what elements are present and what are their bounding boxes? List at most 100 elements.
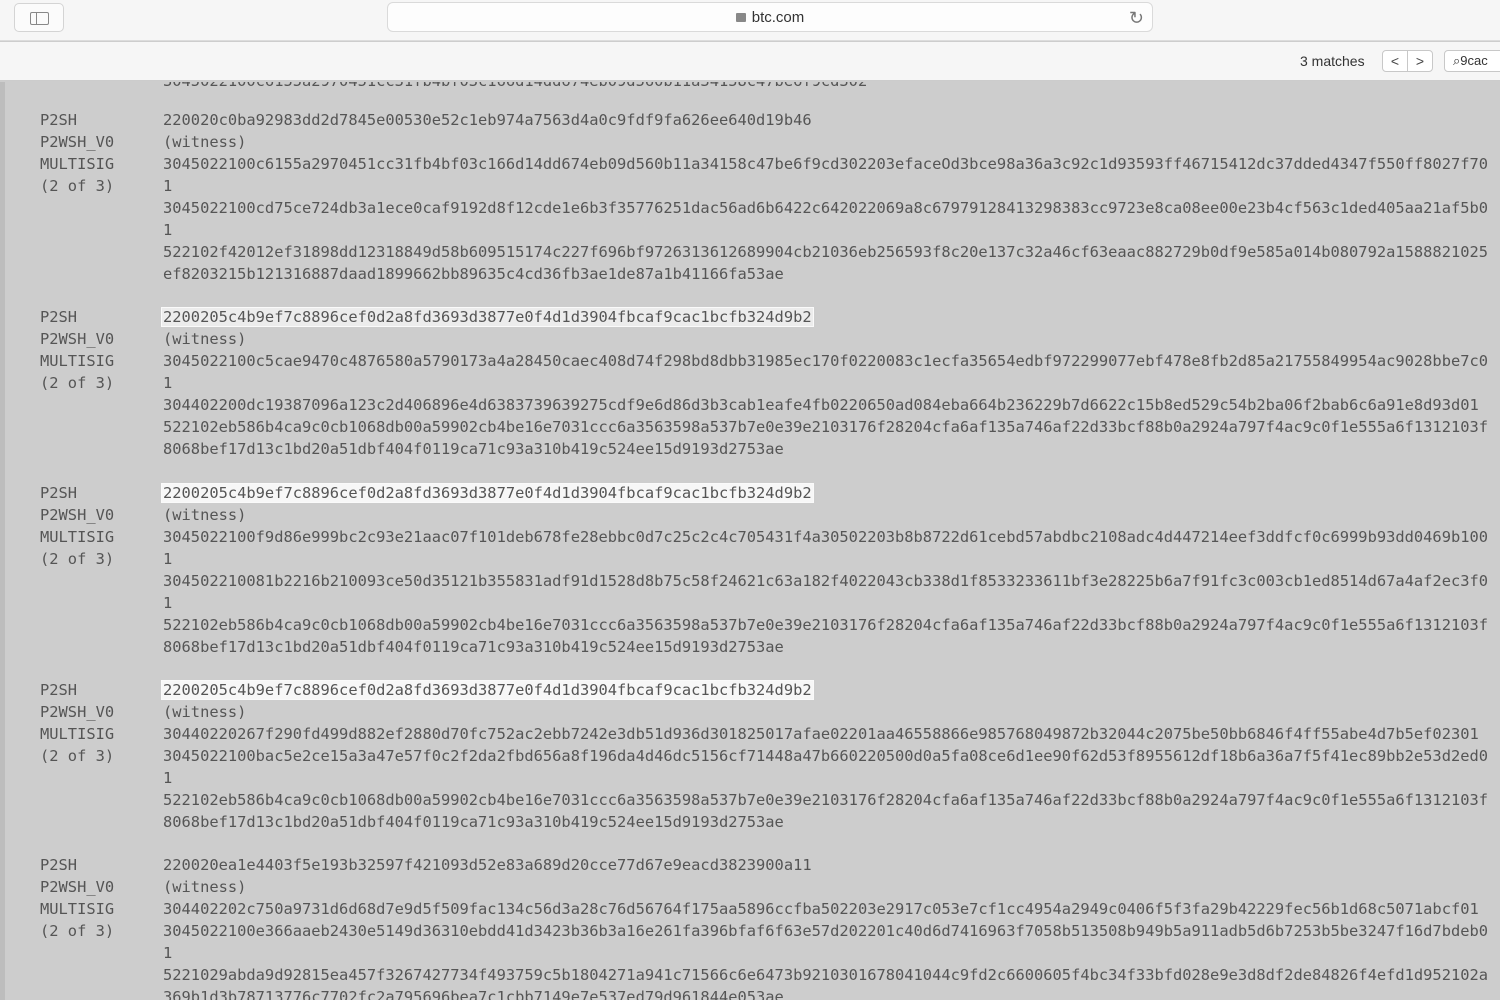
previous-match-button[interactable]: < [1382, 50, 1408, 72]
hex-line: 522102eb586b4ca9c0cb1068db00a59902cb4be1… [163, 418, 1489, 436]
hex-line: 30440220267f290fd499d882ef2880d70fc752ac… [163, 725, 1479, 743]
find-query: 9cac [1460, 53, 1488, 68]
script-type-labels: P2SH P2WSH_V0 MULTISIG (2 of 3) [40, 679, 114, 767]
script-line: 522102eb586b4ca9c0cb1068db00a59902cb4be1… [163, 614, 1488, 636]
script-line: 220020c0ba92983dd2d7845e00530e52c1eb974a… [163, 109, 1488, 131]
script-line: 522102eb586b4ca9c0cb1068db00a59902cb4be1… [163, 789, 1488, 811]
hex-line: (witness) [163, 703, 247, 721]
lock-icon [735, 13, 746, 22]
partial-line: 3045022100c6155a2970451cc31fb4bf03c166d1… [163, 82, 867, 92]
script-line: 1 [163, 372, 1488, 394]
script-line: 3045022100f9d86e999bc2c93e21aac07f101deb… [163, 526, 1488, 548]
hex-line: (witness) [163, 133, 247, 151]
script-line: 304402202c750a9731d6d68d7e9d5f509fac134c… [163, 898, 1488, 920]
script-line: 2200205c4b9ef7c8896cef0d2a8fd3693d3877e0… [161, 306, 1488, 328]
hex-line: (witness) [163, 878, 247, 896]
url-text: btc.com [751, 9, 805, 26]
sidebar-toggle-button[interactable] [14, 3, 64, 32]
hex-line: 8068bef17d13c1bd20a51dbf404f0119ca71c93a… [163, 813, 784, 831]
script-values: 220020ea1e4403f5e193b32597f421093d52e83a… [163, 854, 1488, 1000]
reload-icon[interactable]: ↻ [1129, 3, 1144, 33]
hex-line: 3045022100e366aaeb2430e5149d36310ebdd41d… [163, 922, 1489, 940]
script-type-label: (2 of 3) [40, 747, 115, 765]
script-line: 1 [163, 548, 1488, 570]
script-line: (witness) [163, 131, 1488, 153]
script-line: 1 [163, 219, 1488, 241]
hex-line: 1 [163, 177, 173, 195]
script-type-label: MULTISIG [40, 900, 115, 918]
page-content: 3045022100c6155a2970451cc31fb4bf03c166d1… [0, 82, 1500, 1000]
script-type-label: MULTISIG [40, 528, 115, 546]
script-values: 220020c0ba92983dd2d7845e00530e52c1eb974a… [163, 109, 1488, 285]
hex-line: 522102eb586b4ca9c0cb1068db00a59902cb4be1… [163, 791, 1489, 809]
hex-line: 8068bef17d13c1bd20a51dbf404f0119ca71c93a… [163, 440, 784, 458]
script-type-label: (2 of 3) [40, 922, 115, 940]
hex-line: 3045022100cd75ce724db3a1ece0caf9192d8f12… [163, 199, 1489, 217]
script-line: 3045022100e366aaeb2430e5149d36310ebdd41d… [163, 920, 1488, 942]
script-line: (witness) [163, 504, 1488, 526]
script-line: 1 [163, 175, 1488, 197]
script-type-label: (2 of 3) [40, 177, 115, 195]
script-line: 522102eb586b4ca9c0cb1068db00a59902cb4be1… [163, 416, 1488, 438]
script-line: 3045022100c5cae9470c4876580a5790173a4a28… [163, 350, 1488, 372]
hex-line: (witness) [163, 506, 247, 524]
script-line: 3045022100bac5e2ce15a3a47e57f0c2f2da2fbd… [163, 745, 1488, 767]
script-line: 220020ea1e4403f5e193b32597f421093d52e83a… [163, 854, 1488, 876]
hex-line: 1 [163, 594, 173, 612]
script-line: 2200205c4b9ef7c8896cef0d2a8fd3693d3877e0… [161, 482, 1488, 504]
script-line: 8068bef17d13c1bd20a51dbf404f0119ca71c93a… [163, 438, 1488, 460]
script-type-label: P2WSH_V0 [40, 506, 115, 524]
script-type-label: MULTISIG [40, 352, 115, 370]
hex-line: 5221029abda9d92815ea457f3267427734f49375… [163, 966, 1489, 984]
script-line: 30440220267f290fd499d882ef2880d70fc752ac… [163, 723, 1488, 745]
script-type-label: P2SH [40, 856, 78, 874]
script-line: 1 [163, 767, 1488, 789]
script-line: ef8203215b121316887daad1899662bb89635c4c… [163, 263, 1488, 285]
script-line: 304502210081b2216b210093ce50d35121b35583… [163, 570, 1488, 592]
script-line: (witness) [163, 876, 1488, 898]
script-values: 2200205c4b9ef7c8896cef0d2a8fd3693d3877e0… [161, 679, 1488, 833]
script-line: 8068bef17d13c1bd20a51dbf404f0119ca71c93a… [163, 811, 1488, 833]
find-input[interactable]: ⌕9cac [1444, 50, 1500, 72]
script-type-label: MULTISIG [40, 155, 115, 173]
hex-line: 3045022100bac5e2ce15a3a47e57f0c2f2da2fbd… [163, 747, 1489, 765]
script-type-label: (2 of 3) [40, 374, 115, 392]
hex-line: 220020ea1e4403f5e193b32597f421093d52e83a… [163, 856, 812, 874]
address-bar[interactable]: btc.com ↻ [387, 2, 1153, 32]
script-type-label: P2WSH_V0 [40, 703, 115, 721]
hex-line: 8068bef17d13c1bd20a51dbf404f0119ca71c93a… [163, 638, 784, 656]
sidebar-icon [30, 12, 49, 25]
script-values: 2200205c4b9ef7c8896cef0d2a8fd3693d3877e0… [161, 306, 1488, 460]
script-type-label: (2 of 3) [40, 550, 115, 568]
script-type-label: P2WSH_V0 [40, 878, 115, 896]
browser-toolbar: btc.com ↻ [0, 0, 1500, 41]
script-values: 2200205c4b9ef7c8896cef0d2a8fd3693d3877e0… [161, 482, 1488, 658]
hex-line: (witness) [163, 330, 247, 348]
script-type-label: MULTISIG [40, 725, 115, 743]
next-match-button[interactable]: > [1407, 50, 1433, 72]
find-bar: 3 matches < > ⌕9cac [0, 42, 1500, 81]
hex-line: 522102f42012ef31898dd12318849d58b6095151… [163, 243, 1489, 261]
hex-line: 304402200dc19387096a123c2d406896e4d63837… [163, 396, 1479, 414]
script-type-label: P2SH [40, 484, 78, 502]
hex-line: 220020c0ba92983dd2d7845e00530e52c1eb974a… [163, 111, 812, 129]
hex-line: 3045022100c5cae9470c4876580a5790173a4a28… [163, 352, 1489, 370]
script-type-label: P2SH [40, 308, 78, 326]
script-line: 369b1d3b78713776c7702fc2a795696bea7c1cbb… [163, 986, 1488, 1000]
hex-line: 304402202c750a9731d6d68d7e9d5f509fac134c… [163, 900, 1479, 918]
script-line: 8068bef17d13c1bd20a51dbf404f0119ca71c93a… [163, 636, 1488, 658]
script-line: 5221029abda9d92815ea457f3267427734f49375… [163, 964, 1488, 986]
hex-line: 3045022100f9d86e999bc2c93e21aac07f101deb… [163, 528, 1489, 546]
search-match-highlight: 2200205c4b9ef7c8896cef0d2a8fd3693d3877e0… [161, 483, 814, 503]
script-line: 1 [163, 592, 1488, 614]
script-line: (witness) [163, 701, 1488, 723]
script-type-labels: P2SH P2WSH_V0 MULTISIG (2 of 3) [40, 854, 114, 942]
hex-line: 304502210081b2216b210093ce50d35121b35583… [163, 572, 1489, 590]
hex-line: 1 [163, 374, 173, 392]
script-line: (witness) [163, 328, 1488, 350]
hex-line: 369b1d3b78713776c7702fc2a795696bea7c1cbb… [163, 988, 784, 1000]
script-line: 522102f42012ef31898dd12318849d58b6095151… [163, 241, 1488, 263]
script-type-label: P2SH [40, 681, 78, 699]
hex-line: ef8203215b121316887daad1899662bb89635c4c… [163, 265, 784, 283]
script-type-label: P2SH [40, 111, 78, 129]
